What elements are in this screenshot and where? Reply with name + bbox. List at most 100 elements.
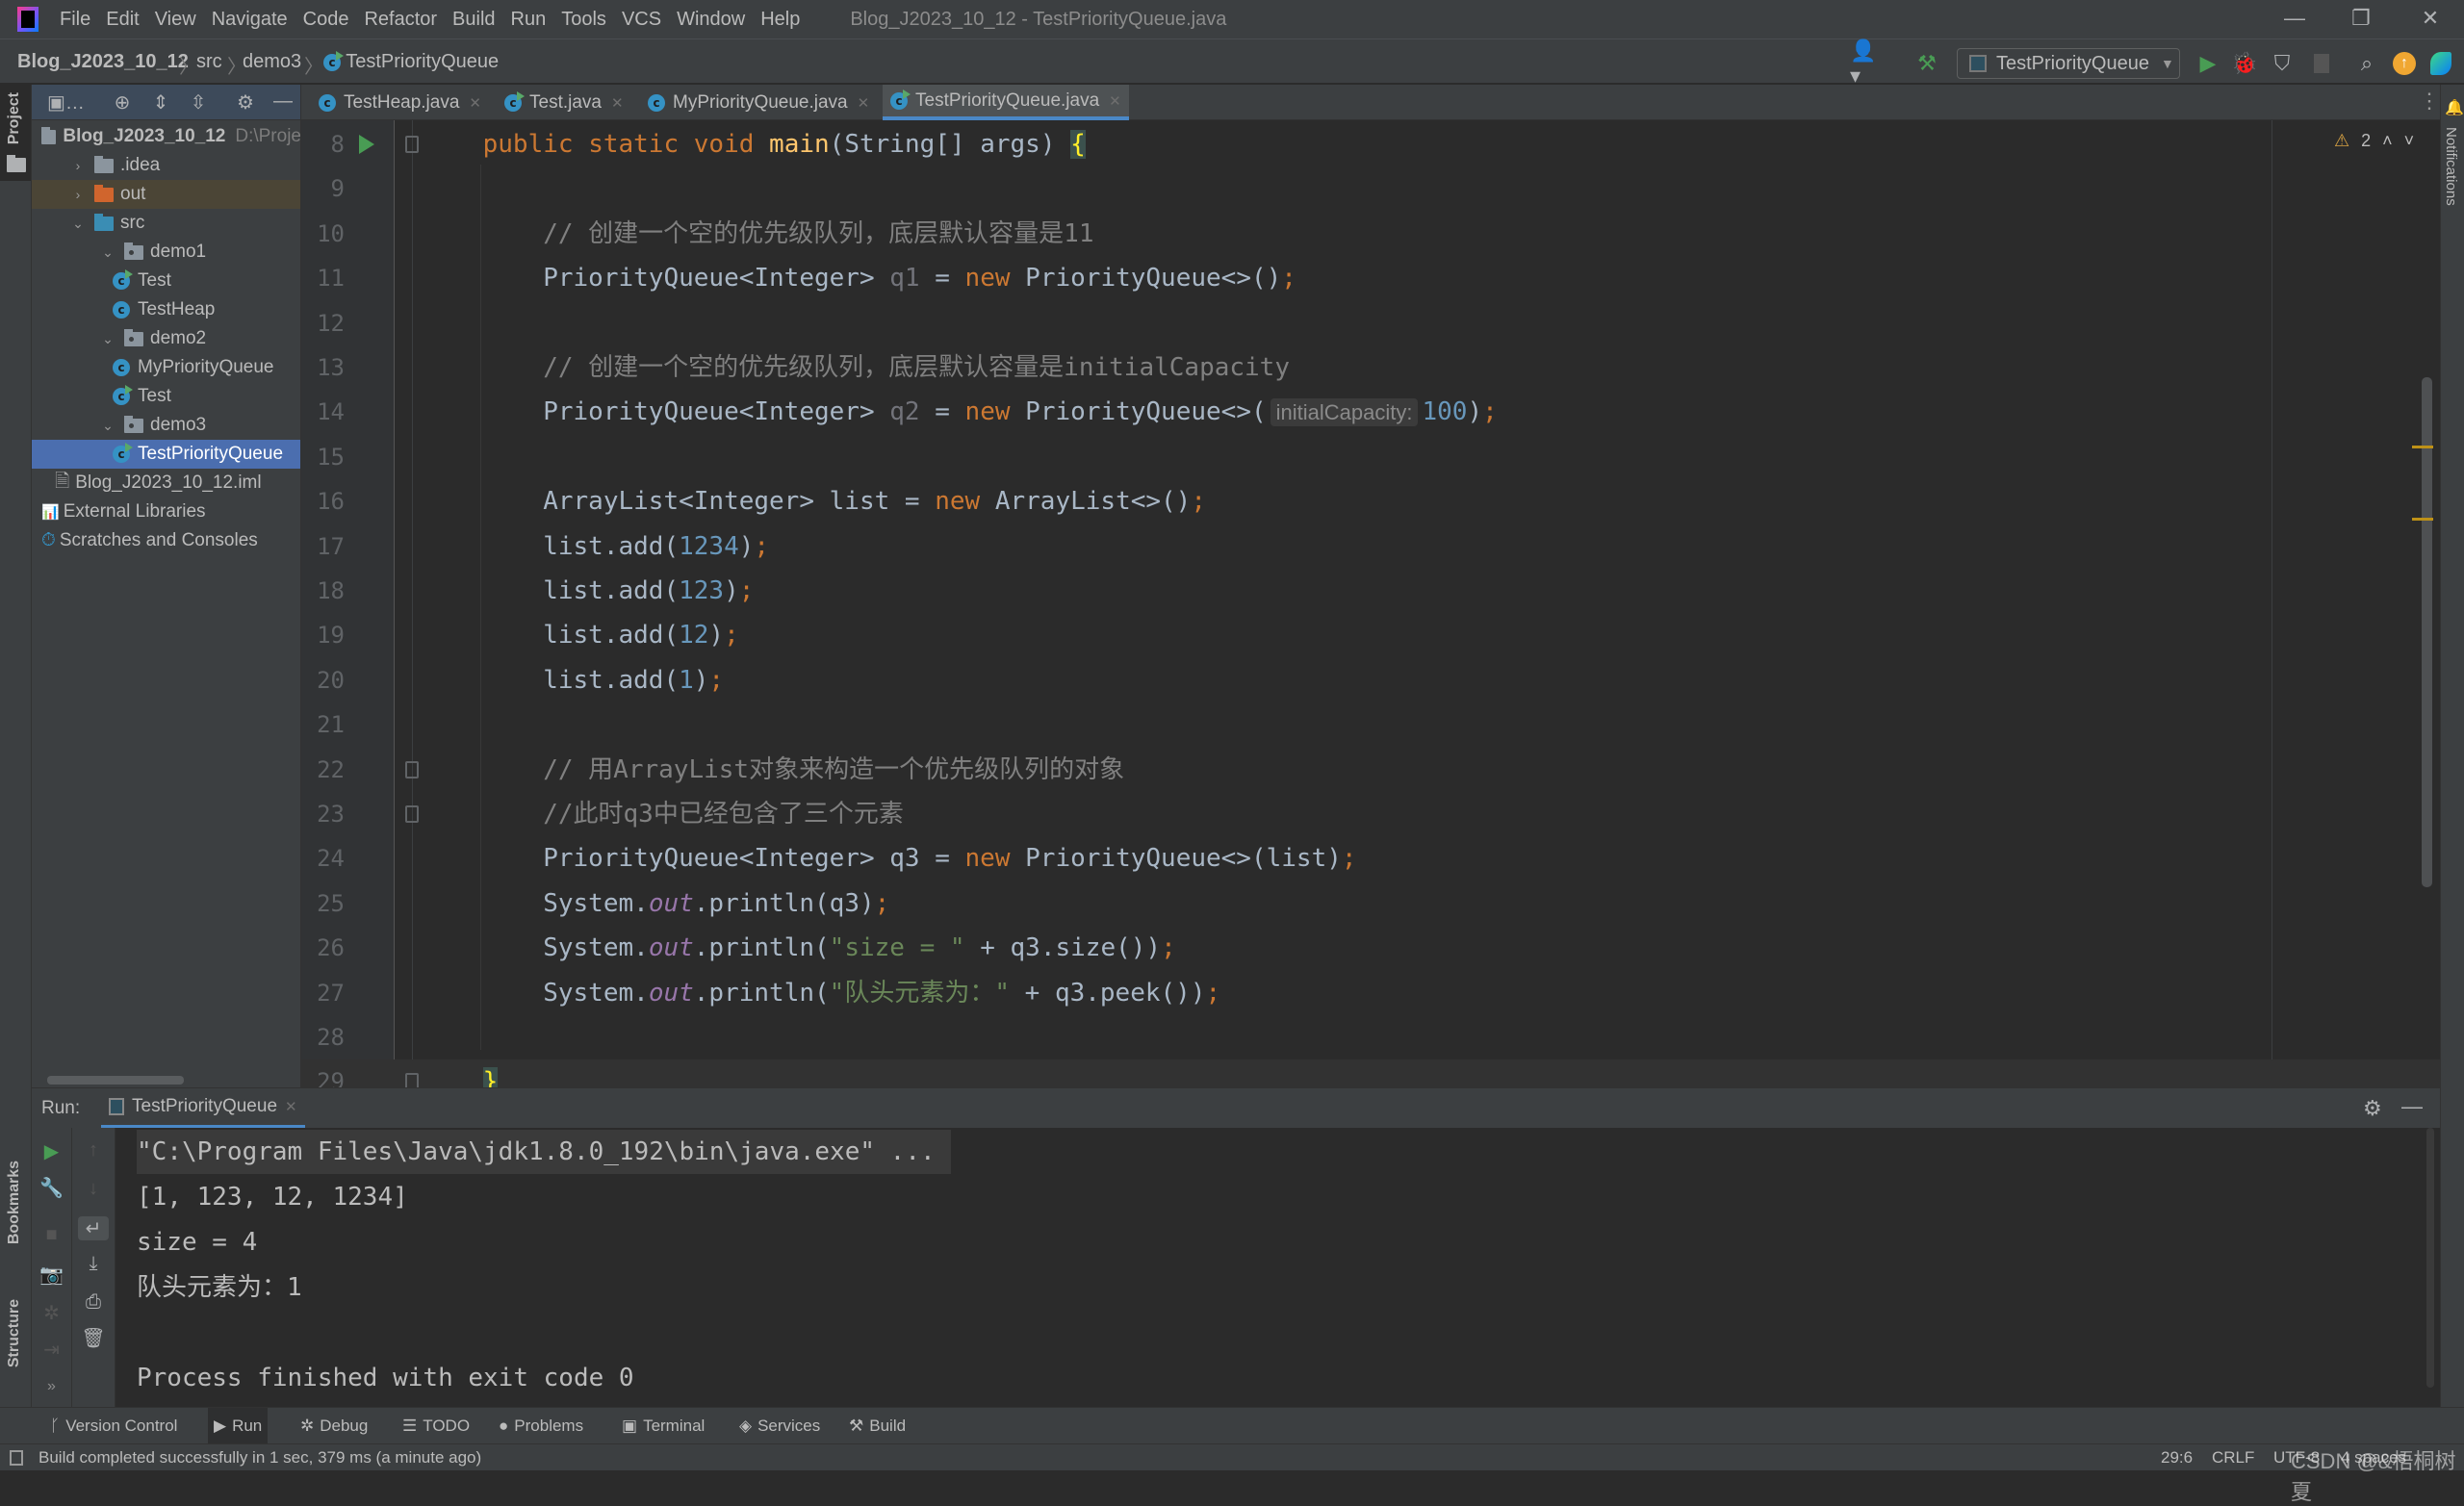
code-line[interactable]: 8 public static void main(String[] args)… bbox=[301, 122, 2440, 166]
hide-icon[interactable]: — bbox=[2401, 1094, 2423, 1119]
code-line[interactable]: 29 } bbox=[301, 1059, 2440, 1087]
line-number[interactable]: 11 bbox=[301, 256, 345, 300]
close-tab-icon[interactable]: ✕ bbox=[1109, 92, 1121, 110]
tree-item[interactable]: 📊 External Libraries bbox=[32, 498, 300, 526]
locate-icon[interactable]: ⊕ bbox=[111, 90, 134, 114]
close-button[interactable]: ✕ bbox=[2411, 6, 2450, 33]
soft-wrap-icon[interactable]: ↵ bbox=[78, 1216, 109, 1240]
code-line[interactable]: 17 list.add(1234); bbox=[301, 524, 2440, 569]
tab-build[interactable]: ⚒ Build bbox=[843, 1408, 911, 1444]
line-number[interactable]: 27 bbox=[301, 971, 345, 1015]
code-line[interactable]: 14 PriorityQueue<Integer> q2 = new Prior… bbox=[301, 390, 2440, 434]
stop-icon[interactable]: ■ bbox=[32, 1224, 71, 1246]
gear-icon[interactable]: ⚙ bbox=[234, 90, 257, 114]
breadcrumb-class[interactable]: c TestPriorityQueue bbox=[323, 50, 499, 73]
close-tab-icon[interactable]: ✕ bbox=[858, 94, 870, 112]
structure-stripe-button[interactable]: Structure bbox=[6, 1299, 23, 1367]
fold-icon[interactable] bbox=[405, 760, 419, 779]
camera-icon[interactable]: 📷 bbox=[32, 1263, 71, 1287]
tree-item[interactable]: c Test bbox=[32, 267, 300, 295]
code-line[interactable]: 23 //此时q3中已经包含了三个元素 bbox=[301, 792, 2440, 836]
fold-icon[interactable] bbox=[405, 805, 419, 823]
code-editor[interactable]: 8 public static void main(String[] args)… bbox=[301, 120, 2440, 1087]
breadcrumb-project[interactable]: Blog_J2023_10_12 bbox=[17, 51, 189, 73]
more-icon[interactable]: » bbox=[32, 1378, 71, 1395]
menu-run[interactable]: Run bbox=[511, 9, 547, 31]
update-icon[interactable]: ↑ bbox=[2391, 50, 2418, 77]
tree-item[interactable]: › out bbox=[32, 180, 300, 209]
editor-vertical-scrollbar[interactable] bbox=[2422, 377, 2432, 887]
line-number[interactable]: 9 bbox=[301, 166, 345, 211]
code-line[interactable]: 24 PriorityQueue<Integer> q3 = new Prior… bbox=[301, 836, 2440, 881]
tree-item[interactable]: 🗎 Blog_J2023_10_12.iml bbox=[32, 469, 300, 498]
line-number[interactable]: 19 bbox=[301, 613, 345, 657]
menu-view[interactable]: View bbox=[155, 9, 196, 31]
trash-icon[interactable]: 🗑 bbox=[72, 1326, 115, 1350]
caret-position[interactable]: 29:6 bbox=[2161, 1448, 2193, 1468]
line-number[interactable]: 14 bbox=[301, 390, 345, 434]
code-line[interactable]: 11 PriorityQueue<Integer> q1 = new Prior… bbox=[301, 256, 2440, 300]
exit-icon[interactable]: ✲ bbox=[32, 1301, 71, 1325]
tree-item[interactable]: ⌄ demo3 bbox=[32, 411, 300, 440]
tool-window-toggle-icon[interactable] bbox=[10, 1450, 23, 1466]
chevron-down-icon[interactable]: ⌄ bbox=[101, 418, 115, 434]
chevron-right-icon[interactable]: › bbox=[71, 187, 85, 202]
breadcrumb-src[interactable]: src bbox=[196, 51, 222, 73]
previous-highlight-icon[interactable]: ˄ bbox=[2382, 131, 2393, 151]
line-number[interactable]: 22 bbox=[301, 748, 345, 792]
tab-problems[interactable]: ● Problems bbox=[493, 1408, 589, 1444]
fold-icon[interactable] bbox=[405, 136, 419, 153]
tree-item[interactable]: ⌄ demo2 bbox=[32, 324, 300, 353]
console-output[interactable]: "C:\Program Files\Java\jdk1.8.0_192\bin\… bbox=[116, 1128, 2421, 1407]
next-highlight-icon[interactable]: ˅ bbox=[2404, 131, 2415, 151]
menu-build[interactable]: Build bbox=[452, 9, 495, 31]
run-icon[interactable]: ▶ bbox=[2194, 50, 2221, 77]
arrow-down-icon[interactable]: ↓ bbox=[72, 1178, 115, 1200]
line-number[interactable]: 26 bbox=[301, 926, 345, 970]
code-line[interactable]: 20 list.add(1); bbox=[301, 658, 2440, 702]
inspection-widget[interactable]: ⚠ 2 ˄ ˅ bbox=[2334, 131, 2414, 151]
menu-edit[interactable]: Edit bbox=[106, 9, 139, 31]
bookmarks-stripe-button[interactable]: Bookmarks bbox=[6, 1161, 23, 1244]
project-horizontal-scrollbar[interactable] bbox=[47, 1076, 184, 1085]
line-number[interactable]: 18 bbox=[301, 569, 345, 613]
fold-icon[interactable] bbox=[405, 1073, 419, 1087]
editor-tab[interactable]: c Test.java ✕ bbox=[497, 85, 631, 120]
wrench-icon[interactable]: 🔧 bbox=[32, 1176, 71, 1200]
line-number[interactable]: 28 bbox=[301, 1015, 345, 1059]
tree-item[interactable]: c TestHeap bbox=[32, 295, 300, 324]
line-number[interactable]: 16 bbox=[301, 479, 345, 523]
line-number[interactable]: 20 bbox=[301, 658, 345, 702]
run-tab[interactable]: TestPriorityQueue ✕ bbox=[101, 1088, 305, 1129]
code-line[interactable]: 13 // 创建一个空的优先级队列，底层默认容量是initialCapacity bbox=[301, 345, 2440, 390]
gear-icon[interactable]: ⚙ bbox=[2363, 1096, 2382, 1121]
expand-all-icon[interactable]: ⇕ bbox=[149, 90, 172, 114]
line-number[interactable]: 10 bbox=[301, 212, 345, 256]
editor-tab[interactable]: c TestPriorityQueue.java ✕ bbox=[883, 85, 1129, 120]
tab-version-control[interactable]: ᚴ Version Control bbox=[44, 1408, 183, 1444]
code-line[interactable]: 28 bbox=[301, 1015, 2440, 1059]
coverage-icon[interactable]: ⛉ bbox=[2269, 50, 2296, 77]
print-icon[interactable]: ⎙ bbox=[72, 1291, 115, 1314]
project-view-icon[interactable]: ▣… bbox=[47, 90, 85, 114]
notifications-stripe-button[interactable]: Notifications bbox=[2443, 127, 2459, 206]
project-stripe-button[interactable]: Project bbox=[0, 85, 31, 181]
restore-button[interactable]: ❐ bbox=[2342, 6, 2380, 33]
login-icon[interactable]: ⇥ bbox=[32, 1338, 71, 1362]
hammer-icon[interactable]: ⚒ bbox=[1913, 50, 1940, 77]
tab-run[interactable]: ▶ Run bbox=[208, 1408, 269, 1444]
collapse-all-icon[interactable]: ⇳ bbox=[187, 90, 210, 114]
scroll-to-end-icon[interactable]: ⤓ bbox=[72, 1253, 115, 1275]
tab-terminal[interactable]: ▣ Terminal bbox=[616, 1408, 710, 1444]
tab-services[interactable]: ◈ Services bbox=[733, 1408, 826, 1444]
run-config-dropdown[interactable]: TestPriorityQueue ▼ bbox=[1957, 48, 2180, 79]
line-number[interactable]: 13 bbox=[301, 345, 345, 390]
line-number[interactable]: 17 bbox=[301, 524, 345, 569]
menu-file[interactable]: File bbox=[60, 9, 90, 31]
user-icon[interactable]: 👤▾ bbox=[1850, 38, 1877, 88]
status-message[interactable]: Build completed successfully in 1 sec, 3… bbox=[38, 1448, 481, 1468]
tree-item[interactable]: ⌄ demo1 bbox=[32, 238, 300, 267]
debug-icon[interactable]: 🐞 bbox=[2231, 50, 2258, 77]
line-number[interactable]: 8 bbox=[301, 122, 345, 166]
close-tab-icon[interactable]: ✕ bbox=[469, 94, 481, 112]
